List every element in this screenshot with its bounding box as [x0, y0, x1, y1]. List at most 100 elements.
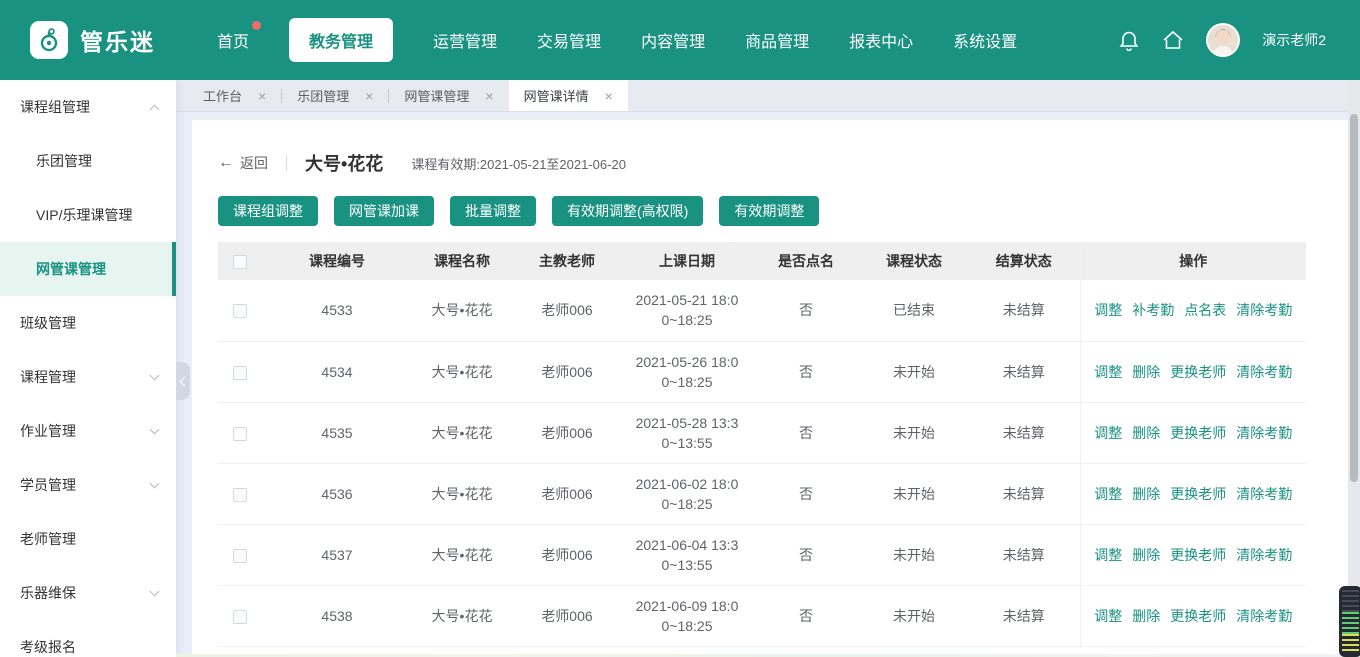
- nav-item-trade[interactable]: 交易管理: [537, 18, 601, 62]
- bell-icon[interactable]: [1118, 29, 1140, 51]
- row-checkbox[interactable]: [233, 304, 247, 318]
- sidebar-collapse-handle[interactable]: [176, 362, 190, 400]
- add-online-course-button[interactable]: 网管课加课: [334, 196, 434, 226]
- cell-status: 未开始: [860, 463, 968, 524]
- adjust-link[interactable]: 调整: [1094, 547, 1122, 563]
- cell-status: 未开始: [860, 585, 968, 646]
- clear-attendance-link[interactable]: 清除考勤: [1236, 302, 1292, 318]
- cell-status: 未开始: [860, 341, 968, 402]
- cell-date: 2021-06-04 13:30~13:55: [622, 524, 752, 585]
- cell-actions: 调整删除更换老师清除考勤: [1080, 585, 1306, 646]
- home-icon[interactable]: [1162, 29, 1184, 51]
- adjust-link[interactable]: 调整: [1094, 486, 1122, 502]
- table-row: 4535 大号•花花 老师006 2021-05-28 13:30~13:55 …: [218, 402, 1306, 463]
- sidebar-item-vip-theory[interactable]: VIP/乐理课管理: [0, 188, 176, 242]
- cell-teacher: 老师006: [512, 463, 622, 524]
- select-all-checkbox[interactable]: [233, 255, 247, 269]
- close-icon[interactable]: ×: [365, 89, 373, 103]
- change-teacher-link[interactable]: 更换老师: [1170, 425, 1226, 441]
- nav-item-goods[interactable]: 商品管理: [745, 18, 809, 62]
- clear-attendance-link[interactable]: 清除考勤: [1236, 547, 1292, 563]
- cell-teacher: 老师006: [512, 341, 622, 402]
- close-icon[interactable]: ×: [258, 89, 266, 103]
- delete-link[interactable]: 删除: [1132, 486, 1160, 502]
- table-header-row: 课程编号 课程名称 主教老师 上课日期 是否点名 课程状态 结算状态 操作: [218, 242, 1306, 280]
- sidebar: 课程组管理 乐团管理 VIP/乐理课管理 网管课管理 班级管理 课程管理 作业管…: [0, 80, 176, 657]
- cell-status: 未开始: [860, 524, 968, 585]
- adjust-link[interactable]: 调整: [1094, 608, 1122, 624]
- adjust-link[interactable]: 调整: [1094, 364, 1122, 380]
- nav-item-settings[interactable]: 系统设置: [953, 18, 1017, 62]
- user-name[interactable]: 演示老师2: [1262, 30, 1326, 50]
- clear-attendance-link[interactable]: 清除考勤: [1236, 364, 1292, 380]
- tab-orchestra[interactable]: 乐团管理 ×: [282, 80, 388, 111]
- sidebar-item-instrument-maintenance[interactable]: 乐器维保: [0, 566, 176, 620]
- brand-logo-icon: [30, 21, 68, 59]
- delete-link[interactable]: 删除: [1132, 364, 1160, 380]
- row-checkbox[interactable]: [233, 610, 247, 624]
- close-icon[interactable]: ×: [605, 89, 613, 103]
- nav-item-academic[interactable]: 教务管理: [289, 18, 393, 62]
- tab-course-detail[interactable]: 网管课详情 ×: [509, 80, 628, 111]
- nav-item-home[interactable]: 首页: [217, 18, 249, 62]
- user-avatar[interactable]: [1206, 23, 1240, 57]
- sidebar-item-courses[interactable]: 课程管理: [0, 350, 176, 404]
- close-icon[interactable]: ×: [485, 89, 493, 103]
- level-meter-widget: [1339, 586, 1360, 657]
- meter-yellow-band: [1342, 634, 1359, 652]
- vertical-scrollbar[interactable]: [1348, 80, 1360, 657]
- course-group-adjust-button[interactable]: 课程组调整: [218, 196, 318, 226]
- row-checkbox[interactable]: [233, 366, 247, 380]
- sidebar-item-homework[interactable]: 作业管理: [0, 404, 176, 458]
- cell-course-id: 4535: [262, 402, 412, 463]
- nav-item-operations[interactable]: 运营管理: [433, 18, 497, 62]
- chevron-down-icon: [150, 478, 160, 488]
- sidebar-item-exam-registration[interactable]: 考级报名: [0, 620, 176, 657]
- brand[interactable]: 管乐迷: [30, 21, 155, 59]
- cell-status: 未开始: [860, 402, 968, 463]
- nav-item-reports[interactable]: 报表中心: [849, 18, 913, 62]
- col-course-id: 课程编号: [262, 242, 412, 280]
- row-checkbox[interactable]: [233, 488, 247, 502]
- batch-adjust-button[interactable]: 批量调整: [450, 196, 536, 226]
- row-checkbox[interactable]: [233, 427, 247, 441]
- clear-attendance-link[interactable]: 清除考勤: [1236, 486, 1292, 502]
- tab-online-courses[interactable]: 网管课管理 ×: [389, 80, 508, 111]
- clear-attendance-link[interactable]: 清除考勤: [1236, 608, 1292, 624]
- cell-settlement: 未结算: [968, 280, 1080, 341]
- change-teacher-link[interactable]: 更换老师: [1170, 547, 1226, 563]
- validity-adjust-button[interactable]: 有效期调整: [719, 196, 819, 226]
- change-teacher-link[interactable]: 更换老师: [1170, 364, 1226, 380]
- course-table: 课程编号 课程名称 主教老师 上课日期 是否点名 课程状态 结算状态 操作 45…: [218, 242, 1322, 647]
- change-teacher-link[interactable]: 更换老师: [1170, 608, 1226, 624]
- sidebar-item-classes[interactable]: 班级管理: [0, 296, 176, 350]
- meter-gray-band: [1342, 590, 1359, 612]
- scrollbar-thumb[interactable]: [1350, 114, 1358, 482]
- cell-rollcall: 否: [752, 524, 860, 585]
- tab-workbench[interactable]: 工作台 ×: [188, 80, 281, 111]
- makeup-attendance-link[interactable]: 补考勤: [1132, 302, 1174, 318]
- sidebar-item-students[interactable]: 学员管理: [0, 458, 176, 512]
- delete-link[interactable]: 删除: [1132, 425, 1160, 441]
- row-checkbox[interactable]: [233, 549, 247, 563]
- delete-link[interactable]: 删除: [1132, 608, 1160, 624]
- sidebar-item-teachers[interactable]: 老师管理: [0, 512, 176, 566]
- validity-adjust-admin-button[interactable]: 有效期调整(高权限): [552, 196, 703, 226]
- delete-link[interactable]: 删除: [1132, 547, 1160, 563]
- clear-attendance-link[interactable]: 清除考勤: [1236, 425, 1292, 441]
- table-row: 4534 大号•花花 老师006 2021-05-26 18:00~18:25 …: [218, 341, 1306, 402]
- rollcall-sheet-link[interactable]: 点名表: [1184, 302, 1226, 318]
- nav-item-content[interactable]: 内容管理: [641, 18, 705, 62]
- adjust-link[interactable]: 调整: [1094, 425, 1122, 441]
- adjust-link[interactable]: 调整: [1094, 302, 1122, 318]
- sidebar-item-course-groups[interactable]: 课程组管理: [0, 80, 176, 134]
- sidebar-item-orchestra[interactable]: 乐团管理: [0, 134, 176, 188]
- back-button[interactable]: ← 返回: [218, 153, 268, 173]
- cell-course-name: 大号•花花: [412, 402, 512, 463]
- cell-settlement: 未结算: [968, 585, 1080, 646]
- change-teacher-link[interactable]: 更换老师: [1170, 486, 1226, 502]
- sidebar-item-online-courses[interactable]: 网管课管理: [0, 242, 176, 296]
- cell-rollcall: 否: [752, 402, 860, 463]
- main-content: ← 返回 大号•花花 课程有效期:2021-05-21至2021-06-20 课…: [192, 120, 1348, 657]
- course-validity: 课程有效期:2021-05-21至2021-06-20: [411, 154, 626, 173]
